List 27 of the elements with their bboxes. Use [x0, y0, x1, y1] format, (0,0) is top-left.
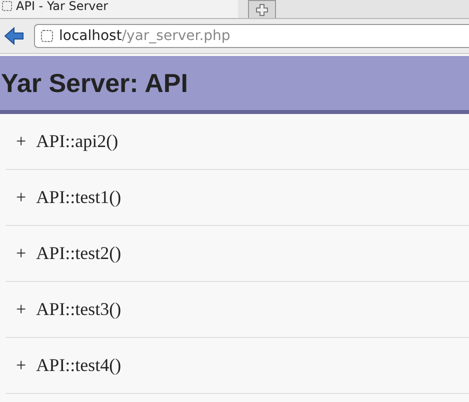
browser-tab[interactable]: API - Yar Server [0, 0, 238, 18]
method-name: API::test2() [36, 243, 122, 264]
address-host: localhost [59, 28, 122, 44]
back-arrow-icon [4, 27, 24, 45]
plus-icon [256, 4, 268, 16]
method-name: API::test4() [36, 355, 122, 376]
method-row[interactable]: + API::api2() [6, 114, 469, 170]
new-tab-button[interactable] [248, 0, 276, 18]
page-title: Yar Server: API [0, 68, 188, 98]
expand-marker: + [16, 131, 26, 152]
method-name: API::api2() [36, 131, 118, 152]
expand-marker: + [16, 299, 26, 320]
expand-marker: + [16, 187, 26, 208]
tab-title: API - Yar Server [16, 0, 108, 12]
page-icon [41, 30, 53, 42]
method-name: API::test3() [36, 299, 122, 320]
address-field[interactable]: localhost/yar_server.php [34, 24, 469, 48]
back-button[interactable] [4, 27, 24, 45]
method-row[interactable]: + API::test3() [6, 282, 469, 338]
method-row[interactable]: + API::test2() [6, 226, 469, 282]
expand-marker: + [16, 355, 26, 376]
expand-marker: + [16, 243, 26, 264]
method-row[interactable]: + API::test1() [6, 170, 469, 226]
address-path: /yar_server.php [122, 28, 230, 44]
method-row[interactable]: + API::test4() [6, 338, 469, 394]
page-icon [2, 1, 12, 11]
method-name: API::test1() [36, 187, 122, 208]
